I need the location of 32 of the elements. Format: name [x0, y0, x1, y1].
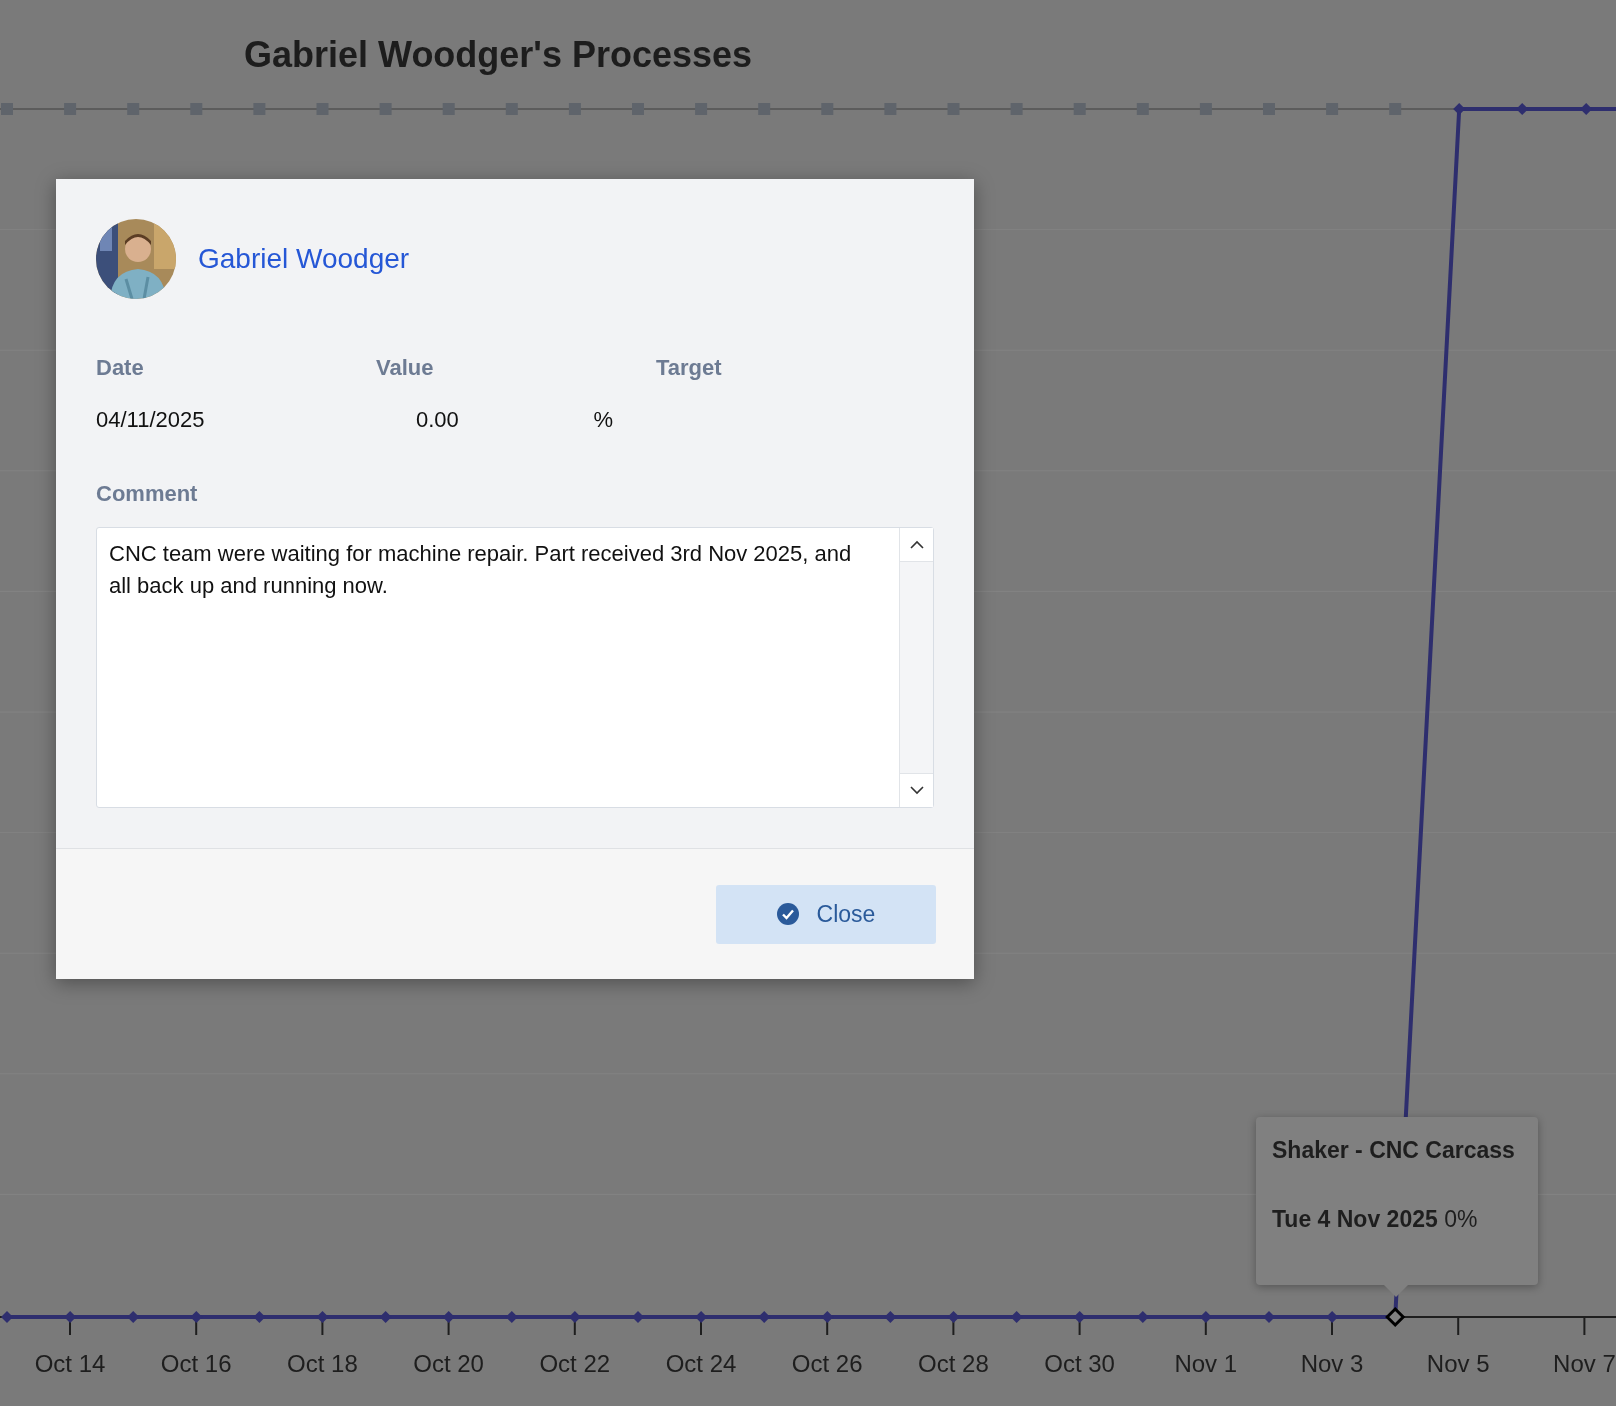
comment-field[interactable]: CNC team were waiting for machine repair. Part received 3rd Nov 2025, and all back up and running now. — [96, 527, 934, 808]
field-value: 04/11/2025 — [96, 407, 205, 433]
axis-label: Oct 20 — [413, 1350, 484, 1377]
axis-label: Oct 26 — [791, 1350, 863, 1377]
axis-label: Nov 3 — [1300, 1350, 1364, 1377]
scroll-down-button[interactable] — [900, 773, 933, 807]
chevron-down-icon — [909, 786, 924, 795]
axis-label: Oct 18 — [287, 1350, 358, 1377]
comment-label: Comment — [96, 481, 199, 507]
tooltip-text: Tue 4 Nov 2025 0% — [1272, 1206, 1479, 1233]
axis-label: Oct 24 — [665, 1350, 737, 1377]
field-label: Value — [376, 355, 435, 381]
axis-label: Nov 5 — [1426, 1350, 1490, 1377]
scroll-up-button[interactable] — [900, 528, 933, 562]
check-circle-icon — [776, 903, 799, 925]
axis-label: Nov 7 — [1553, 1350, 1616, 1377]
chevron-up-icon — [909, 540, 924, 549]
unit-label: % — [593, 407, 613, 433]
axis-label: Oct 22 — [539, 1350, 611, 1377]
field-label: Target — [656, 355, 723, 381]
chart-title: Gabriel Woodger's Processes — [243, 33, 753, 76]
user-name[interactable]: Gabriel Woodger — [198, 243, 410, 275]
point-marker — [1385, 1306, 1406, 1328]
axis-label: Oct 30 — [1044, 1350, 1115, 1377]
axis-label: Oct 14 — [34, 1350, 106, 1377]
tooltip-title: Shaker - CNC Carcass — [1272, 1137, 1516, 1164]
field-label: Date — [96, 355, 145, 381]
axis-label: Oct 28 — [918, 1350, 989, 1377]
close-button[interactable]: Close — [716, 884, 936, 944]
field-value: 0.00 — [415, 407, 459, 433]
axis-label: Oct 16 — [160, 1350, 232, 1377]
axis-label: Nov 1 — [1174, 1350, 1238, 1377]
